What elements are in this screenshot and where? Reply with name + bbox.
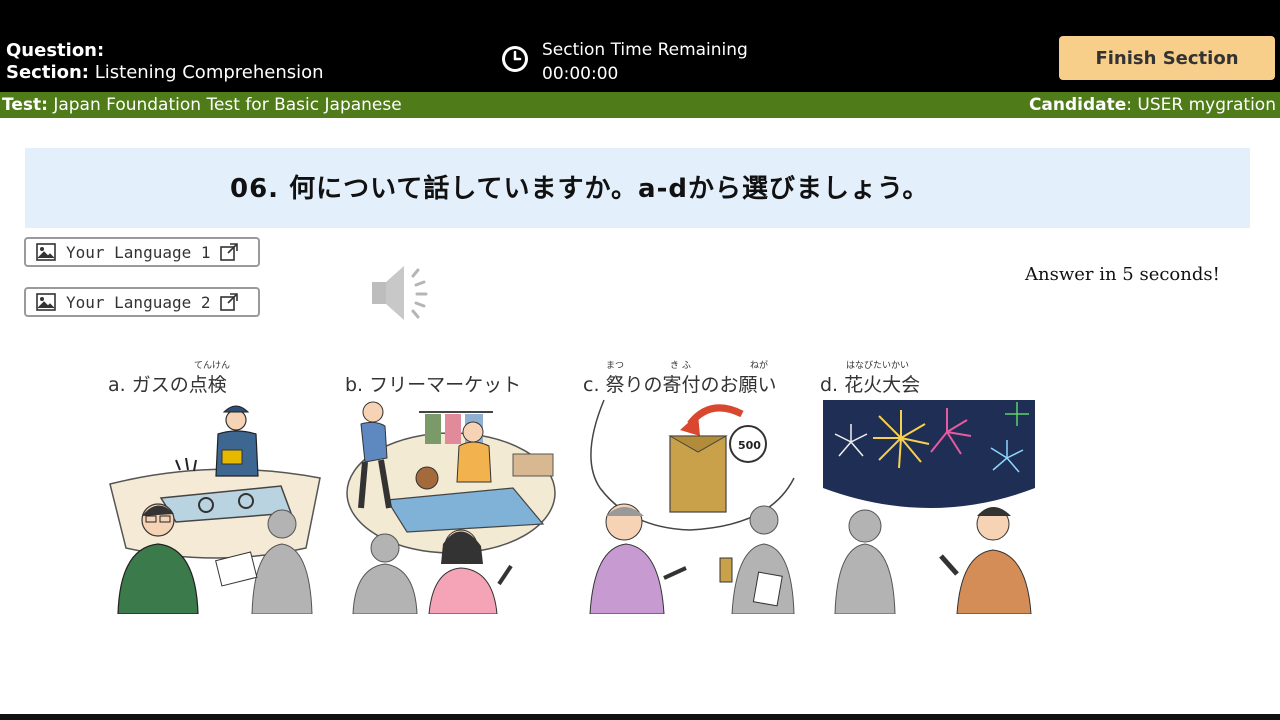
clock-icon [502,46,528,72]
section-line: Section: Listening Comprehension [6,62,324,83]
timer-title: Section Time Remaining [542,40,748,60]
language-button-label: Your Language 2 [66,292,211,312]
bottom-border [0,714,1280,720]
test-key: Test: [2,95,48,115]
test-info-bar: Test: Japan Foundation Test for Basic Ja… [0,92,1280,118]
choice-b-label: b. フリーマーケット [345,374,522,396]
question-box: 06. 何について話していますか。a-dから選びましょう。 [25,148,1250,228]
question-text: 06. 何について話していますか。a-dから選びましょう。 [230,174,930,204]
top-header: Question: Section: Listening Comprehensi… [0,0,1280,92]
external-link-icon [219,293,238,311]
speaker-icon[interactable] [368,258,444,328]
svg-text:500: 500 [738,439,761,452]
your-language-1-button[interactable]: Your Language 1 [24,237,260,267]
choice-c-label: c. 祭りの寄付のお願い [583,374,777,396]
your-language-2-button[interactable]: Your Language 2 [24,287,260,317]
answer-hint: Answer in 5 seconds! [1025,264,1220,285]
finish-section-button[interactable]: Finish Section [1059,36,1275,80]
gas-inspection-illustration [109,405,321,614]
test-value: Japan Foundation Test for Basic Japanese [53,95,402,115]
image-icon [36,293,56,311]
festival-donation-illustration: 500 [589,399,795,614]
choice-d-label: d. 花火大会 [820,374,921,396]
timer-value: 00:00:00 [542,64,619,84]
image-icon [36,243,56,261]
section-key: Section: [6,62,89,83]
candidate-value: : USER mygration [1126,95,1276,115]
choice-a-label: a. ガスの点検 [108,374,227,396]
section-value: Listening Comprehension [94,62,324,83]
candidate-key: Candidate [1028,95,1127,115]
external-link-icon [219,243,238,261]
language-button-label: Your Language 1 [66,242,211,262]
question-label: Question: [6,40,105,61]
fireworks-illustration [823,400,1035,614]
flea-market-illustration [346,401,556,614]
candidate-info: Candidate: USER mygration [1029,95,1276,115]
test-info: Test: Japan Foundation Test for Basic Ja… [2,95,402,115]
